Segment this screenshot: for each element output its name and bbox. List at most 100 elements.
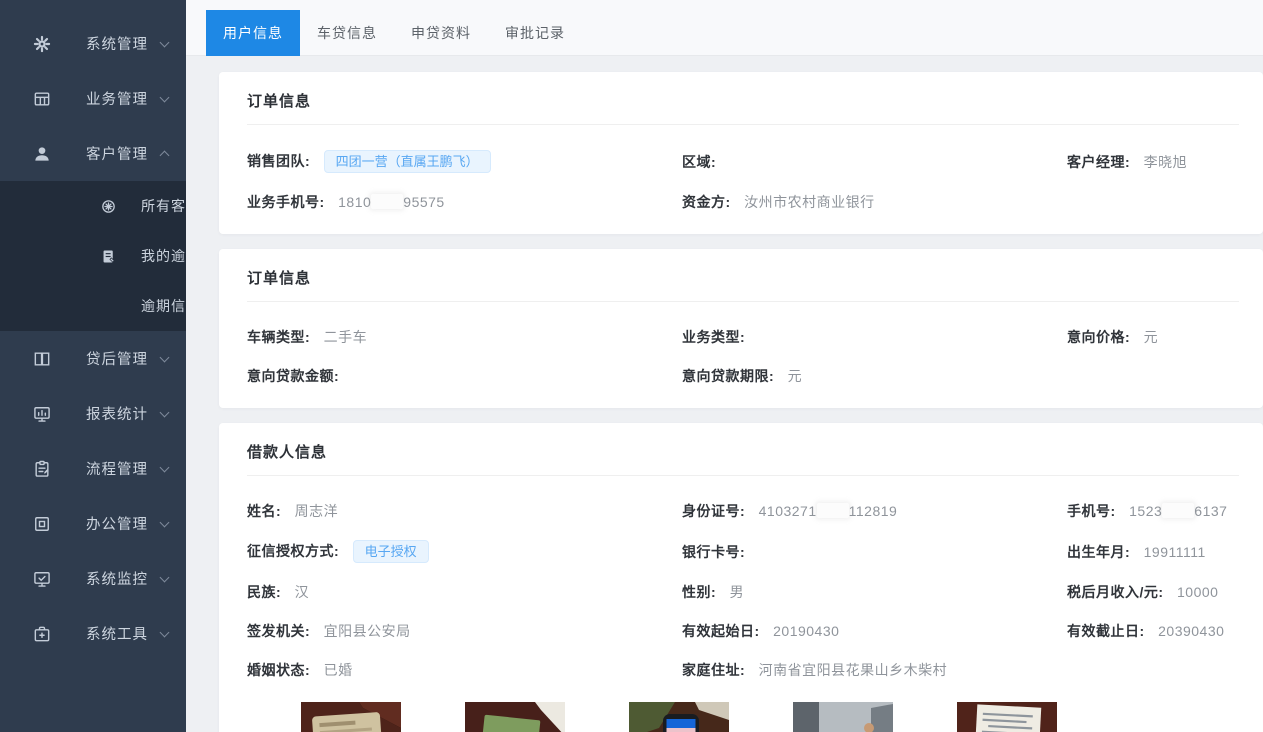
card-title: 借款人信息	[247, 441, 1239, 476]
sidebar-item-office-management[interactable]: 办公管理	[0, 496, 186, 551]
field-valid-to: 有效截止日: 20390430	[1067, 621, 1239, 641]
notebook-icon	[100, 248, 117, 265]
field-marital-status: 婚姻状态: 已婚	[247, 660, 682, 680]
field-vehicle-type: 车辆类型: 二手车	[247, 327, 682, 347]
field-label: 资金方:	[682, 194, 731, 210]
tab-user-info[interactable]: 用户信息	[206, 10, 300, 56]
id-card-photo-thumbnail	[301, 702, 401, 732]
sidebar-item-system-tools[interactable]: 系统工具	[0, 606, 186, 661]
field-valid-from: 有效起始日: 20190430	[682, 621, 1067, 641]
toolbox-icon	[32, 624, 52, 644]
tab-loan-application-docs[interactable]: 申贷资料	[394, 10, 488, 56]
field-label: 车辆类型:	[247, 329, 310, 345]
sidebar-item-my-overdue[interactable]: 我的逾期	[0, 231, 186, 281]
app-window: 系统管理 业务管理 客户管理	[0, 0, 1263, 732]
user-icon	[32, 144, 52, 164]
customer-management-submenu: 所有客户 我的逾期 逾期信息	[0, 181, 186, 331]
borrower-info-card: 借款人信息 姓名: 周志洋 身份证号: 4103271112819 手机号: 1…	[219, 423, 1263, 732]
field-business-type: 业务类型:	[682, 327, 1067, 347]
field-name: 姓名: 周志洋	[247, 501, 682, 521]
sidebar-item-report-statistics[interactable]: 报表统计	[0, 386, 186, 441]
green-certificate-photo-thumbnail	[465, 702, 565, 732]
field-label: 有效起始日:	[682, 623, 760, 639]
sidebar-item-label: 贷后管理	[86, 348, 161, 369]
tab-approval-records[interactable]: 审批记录	[488, 10, 582, 56]
chevron-down-icon	[160, 352, 170, 362]
field-home-address: 家庭住址: 河南省宜阳县花果山乡木柴村	[682, 660, 1067, 680]
sidebar-item-post-loan-management[interactable]: 贷后管理	[0, 331, 186, 386]
archive-icon	[32, 514, 52, 534]
sidebar-item-business-management[interactable]: 业务管理	[0, 71, 186, 126]
monitor-check-icon	[32, 569, 52, 589]
field-value: 宜阳县公安局	[324, 623, 411, 639]
sidebar-item-label: 客户管理	[86, 143, 161, 164]
field-label: 身份证号:	[682, 503, 745, 519]
card-title: 订单信息	[247, 90, 1239, 125]
field-label: 银行卡号:	[682, 544, 745, 560]
chevron-down-icon	[160, 572, 170, 582]
chevron-down-icon	[160, 37, 170, 47]
sidebar-item-label: 系统工具	[86, 623, 161, 644]
sales-team-tag[interactable]: 四团一营（直属王鹏飞）	[324, 150, 491, 173]
field-value: 河南省宜阳县花果山乡木柴村	[759, 662, 948, 678]
field-value: 汝州市农村商业银行	[744, 194, 875, 210]
chevron-down-icon	[160, 627, 170, 637]
field-label: 销售团队:	[247, 153, 310, 169]
field-value: 15236137	[1129, 503, 1227, 519]
order-info-card-1: 订单信息 销售团队: 四团一营（直属王鹏飞） 区域: 客户经理: 李晓旭	[219, 72, 1263, 234]
tab-car-loan-info[interactable]: 车贷信息	[300, 10, 394, 56]
photo-person-with-car[interactable]: 人车合影	[793, 702, 893, 732]
sidebar-item-label: 系统监控	[86, 568, 161, 589]
field-label: 业务手机号:	[247, 194, 325, 210]
sidebar-item-label: 业务管理	[86, 88, 161, 109]
field-value: 李晓旭	[1144, 154, 1188, 170]
photo-green-certificate[interactable]: 登记证书	[465, 702, 565, 732]
field-value: 男	[730, 584, 745, 600]
field-label: 婚姻状态:	[247, 662, 310, 678]
field-value: 20190430	[773, 623, 839, 639]
customers-icon	[100, 198, 117, 215]
sidebar-item-system-management[interactable]: 系统管理	[0, 16, 186, 71]
sidebar-item-process-management[interactable]: 流程管理	[0, 441, 186, 496]
redaction-blur	[817, 503, 849, 518]
field-label: 性别:	[682, 584, 716, 600]
field-value: 元	[788, 368, 803, 384]
sidebar-item-label: 系统管理	[86, 33, 161, 54]
sidebar: 系统管理 业务管理 客户管理	[0, 0, 186, 732]
field-value: 19911111	[1144, 544, 1206, 560]
field-issuing-authority: 签发机关: 宜阳县公安局	[247, 621, 682, 641]
field-label: 税后月收入/元:	[1067, 584, 1164, 600]
sidebar-item-all-customers[interactable]: 所有客户	[0, 181, 186, 231]
field-value: 已婚	[324, 662, 353, 678]
field-monthly-income: 税后月收入/元: 10000	[1067, 582, 1239, 602]
photo-handwritten-document[interactable]: 其他材料	[957, 702, 1057, 732]
field-funder: 资金方: 汝州市农村商业银行	[682, 192, 1067, 212]
card-title: 订单信息	[247, 267, 1239, 302]
field-value: 10000	[1177, 584, 1218, 600]
sidebar-item-label: 流程管理	[86, 458, 161, 479]
field-label: 意向贷款期限:	[682, 368, 774, 384]
sidebar-item-customer-management[interactable]: 客户管理	[0, 126, 186, 181]
field-mobile: 手机号: 15236137	[1067, 501, 1239, 521]
sidebar-item-label: 报表统计	[86, 403, 161, 424]
photo-id-card[interactable]: 身份证	[301, 702, 401, 732]
field-intended-loan-amount: 意向贷款金额:	[247, 366, 682, 386]
field-label: 业务类型:	[682, 329, 745, 345]
handwritten-document-photo-thumbnail	[957, 702, 1057, 732]
chevron-down-icon	[160, 462, 170, 472]
field-label: 征信授权方式:	[247, 543, 339, 559]
document-photos: 身份证	[301, 702, 1239, 732]
sidebar-item-system-monitoring[interactable]: 系统监控	[0, 551, 186, 606]
field-label: 家庭住址:	[682, 662, 745, 678]
chevron-down-icon	[160, 517, 170, 527]
field-label: 出生年月:	[1067, 544, 1130, 560]
sidebar-item-label: 我的逾期	[141, 246, 186, 266]
field-label: 手机号:	[1067, 503, 1116, 519]
phone-qr-photo-thumbnail	[629, 702, 729, 732]
photo-authorization-qr[interactable]: 授权信息	[629, 702, 729, 732]
field-sales-team: 销售团队: 四团一营（直属王鹏飞）	[247, 150, 682, 173]
sidebar-item-overdue-info[interactable]: 逾期信息	[0, 281, 186, 331]
clipboard-icon	[32, 459, 52, 479]
book-icon	[32, 349, 52, 369]
field-label: 客户经理:	[1067, 154, 1130, 170]
